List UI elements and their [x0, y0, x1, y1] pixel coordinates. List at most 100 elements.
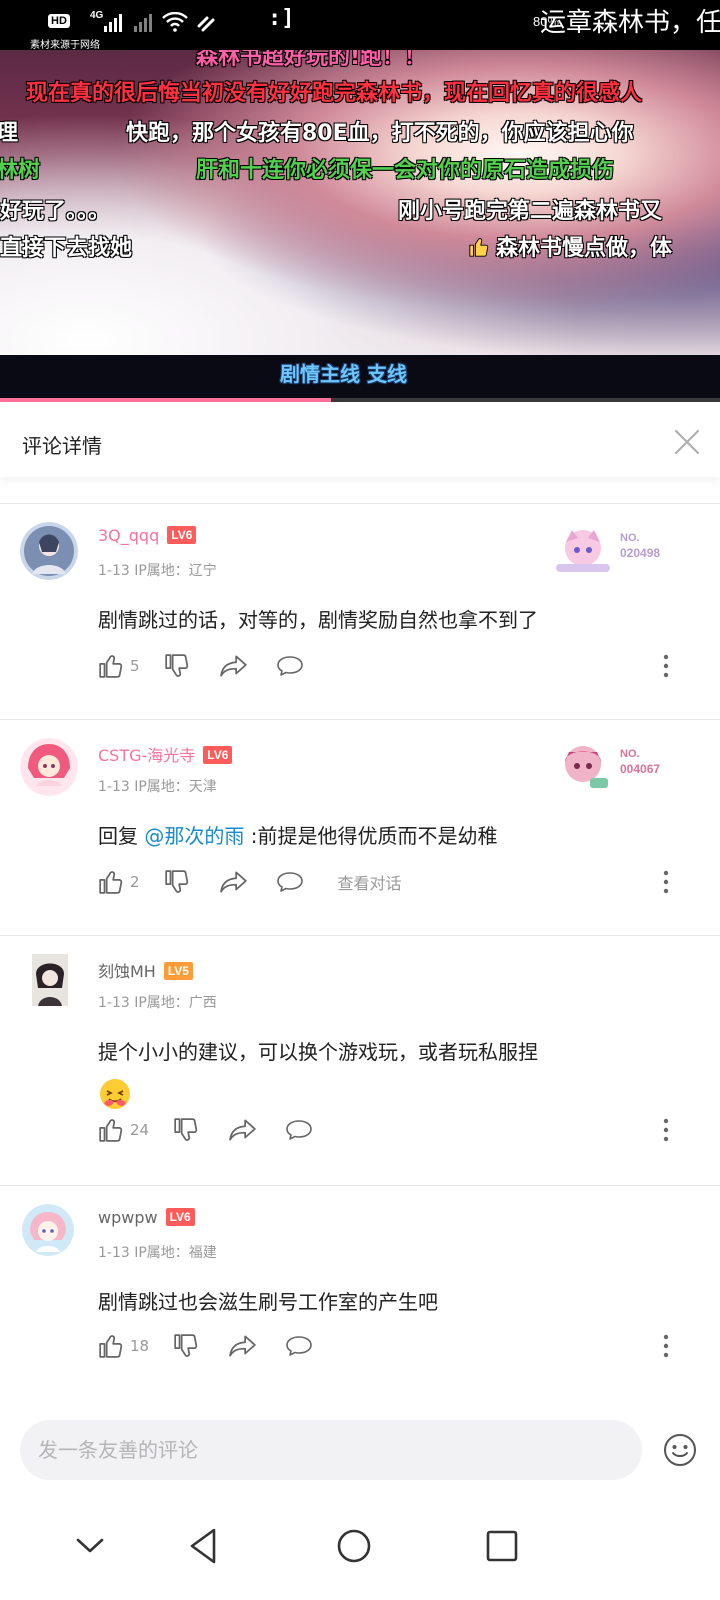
- recents-square-icon[interactable]: [480, 1524, 524, 1568]
- level-badge: LV5: [163, 962, 193, 980]
- hugging-face-emoji-icon: [100, 1078, 130, 1109]
- video-player[interactable]: 森林书超好玩的!跑！！ 现在真的很后悔当初没有好好跑完森林书，现在回忆真的很感人…: [0, 0, 720, 402]
- reply-button[interactable]: [285, 1333, 313, 1359]
- avatar[interactable]: [20, 522, 78, 580]
- thumb-up-icon: [469, 238, 489, 257]
- comment-item: 刻蚀MH LV5 1-13 IP属地：广西 提个小小的建议，可以换个游戏玩，或者玩…: [0, 935, 720, 1185]
- comment-bubble-icon: [286, 1120, 312, 1140]
- link-icon: [197, 16, 215, 32]
- fan-badge[interactable]: NO. 020498: [556, 524, 706, 574]
- comment-item: wpwpw LV6 1-13 IP属地：福建 剧情跳过也会滋生刷号工作室的产生吧 …: [0, 1185, 720, 1401]
- more-vertical-icon[interactable]: [656, 1116, 676, 1144]
- home-circle-icon[interactable]: [332, 1524, 376, 1568]
- fan-badge-label: NO.: [620, 748, 640, 760]
- comment-text: 回复 @那次的雨 :前提是他得优质而不是幼稚: [98, 816, 688, 856]
- like-button[interactable]: 5: [98, 653, 140, 679]
- share-icon: [219, 655, 247, 677]
- comment-username[interactable]: 刻蚀MH LV5: [98, 958, 193, 982]
- fan-badge[interactable]: NO. 004067: [556, 740, 706, 790]
- comment-list: 3Q_qqq LV6 1-13 IP属地：辽宁 NO. 020498 剧情跳过的话…: [0, 503, 720, 1401]
- reply-button[interactable]: [276, 869, 304, 895]
- view-conversation-link[interactable]: 查看对话: [338, 870, 402, 894]
- fan-badge-character-icon: [556, 530, 610, 572]
- comment-username[interactable]: 3Q_qqq LV6: [98, 526, 197, 545]
- danmaku-like-comment: 森林书慢点做，体: [468, 235, 672, 263]
- like-count: 18: [130, 1337, 150, 1355]
- comment-meta: 1-13 IP属地：广西: [98, 995, 217, 1011]
- comment-bubble-icon: [276, 872, 303, 892]
- like-button[interactable]: 24: [98, 1117, 149, 1143]
- comment-meta: 1-13 IP属地：天津: [98, 779, 217, 795]
- wifi-icon: [162, 12, 188, 32]
- dislike-button[interactable]: [164, 869, 190, 895]
- fan-badge-label: NO.: [620, 532, 640, 544]
- thumb-down-icon: [174, 1118, 198, 1141]
- like-button[interactable]: 2: [98, 869, 140, 895]
- reply-button[interactable]: [285, 1117, 313, 1143]
- level-badge: LV6: [165, 1208, 195, 1226]
- comment-panel-header: 评论详情: [0, 402, 720, 477]
- danmaku-comment: 刚小号跑完第二遍森林书又: [398, 199, 663, 224]
- danmaku-comment: 快跑，那个女孩有80E血，打不死的，你应该担心你: [126, 121, 634, 146]
- comment-item: CSTG-海光寺 LV6 1-13 IP属地：天津 NO. 004067 回复 @…: [0, 719, 720, 935]
- thumb-up-icon: [99, 655, 123, 678]
- danmaku-comment: 森林书超好玩的!跑！！: [196, 50, 427, 70]
- more-vertical-icon[interactable]: [656, 652, 676, 680]
- username-text: 刻蚀MH: [98, 962, 156, 981]
- video-tag-chip[interactable]: 剧情主线 支线: [280, 358, 407, 387]
- hd-indicator: HD: [48, 14, 70, 28]
- danmaku-comment: 现在真的很后悔当初没有好好跑完森林书，现在回忆真的很感人: [26, 81, 643, 106]
- more-vertical-icon[interactable]: [656, 1332, 676, 1360]
- comment-meta: 1-13 IP属地：福建: [98, 1245, 217, 1261]
- comment-input[interactable]: [20, 1420, 642, 1480]
- system-navigation-bar: [0, 1498, 720, 1600]
- signal-icon: [134, 14, 152, 32]
- danmaku-comment: 直接下去找她: [0, 236, 133, 261]
- thumb-up-icon: [99, 1119, 123, 1142]
- fan-badge-character-icon: [565, 746, 608, 788]
- share-button[interactable]: [229, 1333, 257, 1359]
- share-button[interactable]: [229, 1117, 257, 1143]
- chevron-down-icon[interactable]: [68, 1524, 112, 1568]
- share-button[interactable]: [219, 653, 248, 679]
- emoji-icon[interactable]: [662, 1432, 698, 1468]
- like-button[interactable]: 18: [98, 1333, 149, 1359]
- avatar[interactable]: [20, 738, 78, 796]
- thumb-up-icon: [99, 1335, 123, 1358]
- reply-prefix: 回复: [98, 824, 145, 848]
- dislike-button[interactable]: [173, 1117, 199, 1143]
- comment-meta: 1-13 IP属地：辽宁: [98, 563, 217, 579]
- fan-badge-number: 020498: [620, 546, 661, 560]
- comment-text: 剧情跳过的话，对等的，剧情奖励自然也拿不到了: [98, 608, 538, 632]
- comment-bubble-icon: [276, 656, 303, 676]
- comment-item: 3Q_qqq LV6 1-13 IP属地：辽宁 NO. 020498 剧情跳过的话…: [0, 503, 720, 719]
- comment-username[interactable]: wpwpw LV6: [98, 1208, 195, 1227]
- avatar[interactable]: [32, 954, 68, 1006]
- username-text: 3Q_qqq: [98, 526, 160, 545]
- status-bar: HD 4G 素材来源于网络 :] 80% 运章森林书，任: [0, 0, 720, 51]
- like-count: 2: [130, 873, 140, 891]
- level-badge: LV6: [203, 746, 233, 764]
- comment-text: 提个小小的建议，可以换个游戏玩，或者玩私服捏: [98, 1032, 688, 1112]
- comment-actions: 5: [98, 652, 304, 680]
- dislike-button[interactable]: [164, 653, 190, 679]
- share-icon: [229, 1119, 256, 1141]
- comment-username[interactable]: CSTG-海光寺 LV6: [98, 742, 233, 766]
- comment-actions: 24: [98, 1116, 313, 1144]
- avatar[interactable]: [22, 1204, 74, 1256]
- danmaku-comment: 理: [0, 121, 19, 146]
- dislike-button[interactable]: [173, 1333, 199, 1359]
- share-button[interactable]: [219, 869, 248, 895]
- status-glyph: :]: [268, 6, 295, 31]
- mention-link[interactable]: @那次的雨: [144, 824, 244, 848]
- video-frame[interactable]: 森林书超好玩的!跑！！ 现在真的很后悔当初没有好好跑完森林书，现在回忆真的很感人…: [0, 50, 720, 355]
- back-triangle-icon[interactable]: [182, 1524, 226, 1568]
- thumb-down-icon: [174, 1334, 198, 1357]
- comment-actions: 2 查看对话: [98, 868, 402, 896]
- video-title-overlay: 运章森林书，任: [540, 8, 720, 38]
- reply-button[interactable]: [276, 653, 304, 679]
- danmaku-comment: 林树: [0, 158, 41, 183]
- comment-input-bar: [0, 1418, 720, 1498]
- more-vertical-icon[interactable]: [656, 868, 676, 896]
- close-icon[interactable]: [672, 427, 702, 457]
